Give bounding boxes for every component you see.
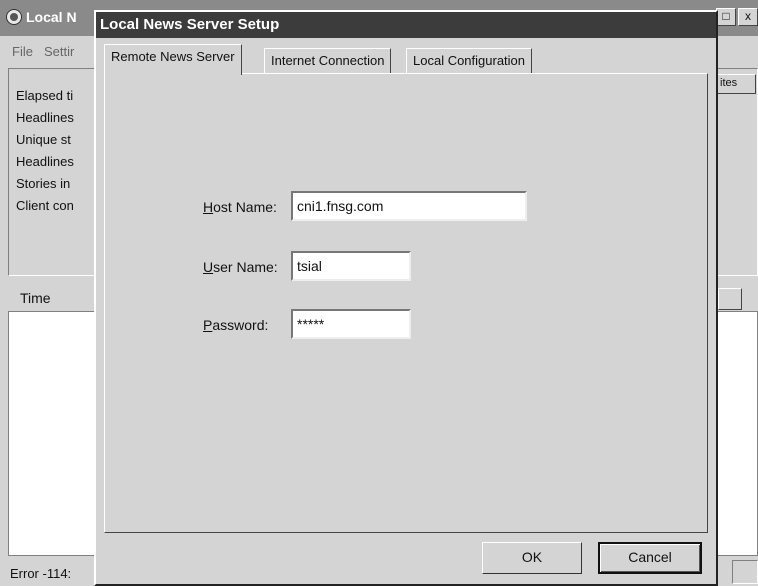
status-panel bbox=[732, 560, 758, 584]
menu-file[interactable]: File bbox=[12, 44, 33, 59]
menu-settings[interactable]: Settir bbox=[44, 44, 74, 59]
dialog-titlebar[interactable]: Local News Server Setup bbox=[96, 12, 716, 38]
host-name-input[interactable] bbox=[291, 191, 527, 221]
stat-label: Unique st bbox=[16, 132, 71, 147]
close-icon[interactable]: x bbox=[738, 8, 758, 26]
column-header[interactable]: ites bbox=[716, 74, 756, 94]
stat-label: Stories in bbox=[16, 176, 71, 191]
background-window-title: Local N bbox=[26, 9, 77, 25]
stat-label: Client con bbox=[16, 198, 74, 213]
stat-label: Headlines bbox=[16, 110, 74, 125]
tab-local-configuration[interactable]: Local Configuration bbox=[406, 48, 533, 74]
column-header-time[interactable]: Time bbox=[20, 290, 51, 306]
password-input[interactable] bbox=[291, 309, 411, 339]
tab-internet-connection[interactable]: Internet Connection bbox=[264, 48, 392, 74]
status-text: Error -114: bbox=[10, 566, 72, 581]
column-header[interactable] bbox=[718, 288, 742, 310]
password-label: Password: bbox=[203, 317, 269, 333]
maximize-icon[interactable]: □ bbox=[716, 8, 736, 26]
cancel-button[interactable]: Cancel bbox=[598, 542, 702, 574]
stat-label: Elapsed ti bbox=[16, 88, 74, 103]
stat-label: Headlines bbox=[16, 154, 74, 169]
user-name-input[interactable] bbox=[291, 251, 411, 281]
app-icon bbox=[6, 9, 22, 25]
setup-dialog: Local News Server Setup Remote News Serv… bbox=[94, 10, 718, 586]
host-name-label: Host Name: bbox=[203, 199, 277, 215]
tab-remote-news-server[interactable]: Remote News Server bbox=[104, 44, 242, 75]
tab-panel: Host Name: User Name: Password: bbox=[104, 73, 708, 533]
user-name-label: User Name: bbox=[203, 259, 278, 275]
ok-button[interactable]: OK bbox=[482, 542, 582, 574]
dialog-title: Local News Server Setup bbox=[100, 16, 280, 33]
